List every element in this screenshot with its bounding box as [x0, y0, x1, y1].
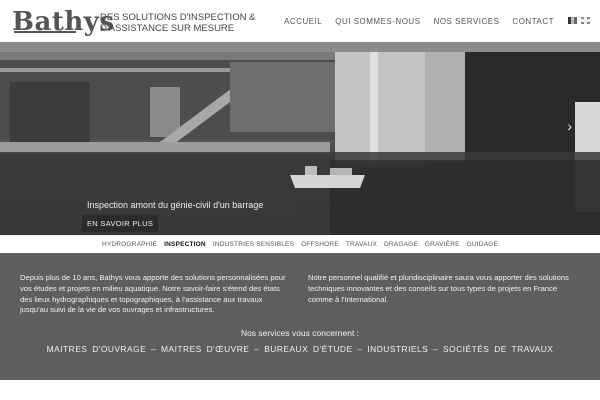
nav-contact[interactable]: CONTACT [512, 17, 554, 26]
subnav-guidage[interactable]: GUIDAGE [467, 241, 498, 248]
subnav-inspection[interactable]: INSPECTION [164, 241, 206, 248]
subnav-travaux[interactable]: TRAVAUX [346, 241, 377, 248]
subnav-industries-sensibles[interactable]: INDUSTRIES SENSIBLES [213, 241, 294, 248]
services-concern-heading: Nos services vous concernent : [240, 328, 360, 338]
footer-spacer [0, 380, 600, 400]
site-header: Bathys DES SOLUTIONS D'INSPECTION & D'AS… [0, 0, 600, 42]
learn-more-button[interactable]: EN SAVOIR PLUS [82, 215, 159, 232]
subnav-offshore[interactable]: OFFSHORE [301, 241, 339, 248]
intro-text-right: Notre personnel qualifié et pluridiscipl… [308, 273, 569, 304]
french-flag-icon[interactable] [568, 17, 577, 24]
subnav-hydrographie[interactable]: HYDROGRAPHIE [102, 241, 157, 248]
nav-accueil[interactable]: ACCUEIL [284, 17, 322, 26]
nav-qui-sommes-nous[interactable]: QUI SOMMES-NOUS [335, 17, 420, 26]
hero-slider: Inspection amont du génie-civil d'un bar… [0, 42, 600, 235]
main-nav: ACCUEIL QUI SOMMES-NOUS NOS SERVICES CON… [284, 17, 554, 26]
subnav-graviere[interactable]: GRAVIÈRE [425, 241, 460, 248]
logo-underline [14, 31, 76, 33]
subnav-dragage[interactable]: DRAGAGE [384, 241, 418, 248]
nav-nos-services[interactable]: NOS SERVICES [434, 17, 500, 26]
slide-caption: Inspection amont du génie-civil d'un bar… [82, 197, 298, 213]
client-types: MAITRES D'OUVRAGE – MAITRES D'ŒUVRE – BU… [46, 344, 554, 354]
tagline-line-1: DES SOLUTIONS D'INSPECTION & [100, 12, 256, 23]
tagline-line-2: D'ASSISTANCE SUR MESURE [100, 23, 235, 34]
intro-section: Depuis plus de 10 ans, Bathys vous appor… [0, 253, 600, 380]
chevron-right-icon[interactable]: › [567, 118, 572, 134]
language-switcher [568, 17, 590, 24]
english-flag-icon[interactable] [581, 17, 590, 24]
intro-text-left: Depuis plus de 10 ans, Bathys vous appor… [20, 273, 286, 315]
tagline: DES SOLUTIONS D'INSPECTION & D'ASSISTANC… [100, 12, 255, 34]
services-subnav: HYDROGRAPHIE INSPECTION INDUSTRIES SENSI… [0, 235, 600, 253]
